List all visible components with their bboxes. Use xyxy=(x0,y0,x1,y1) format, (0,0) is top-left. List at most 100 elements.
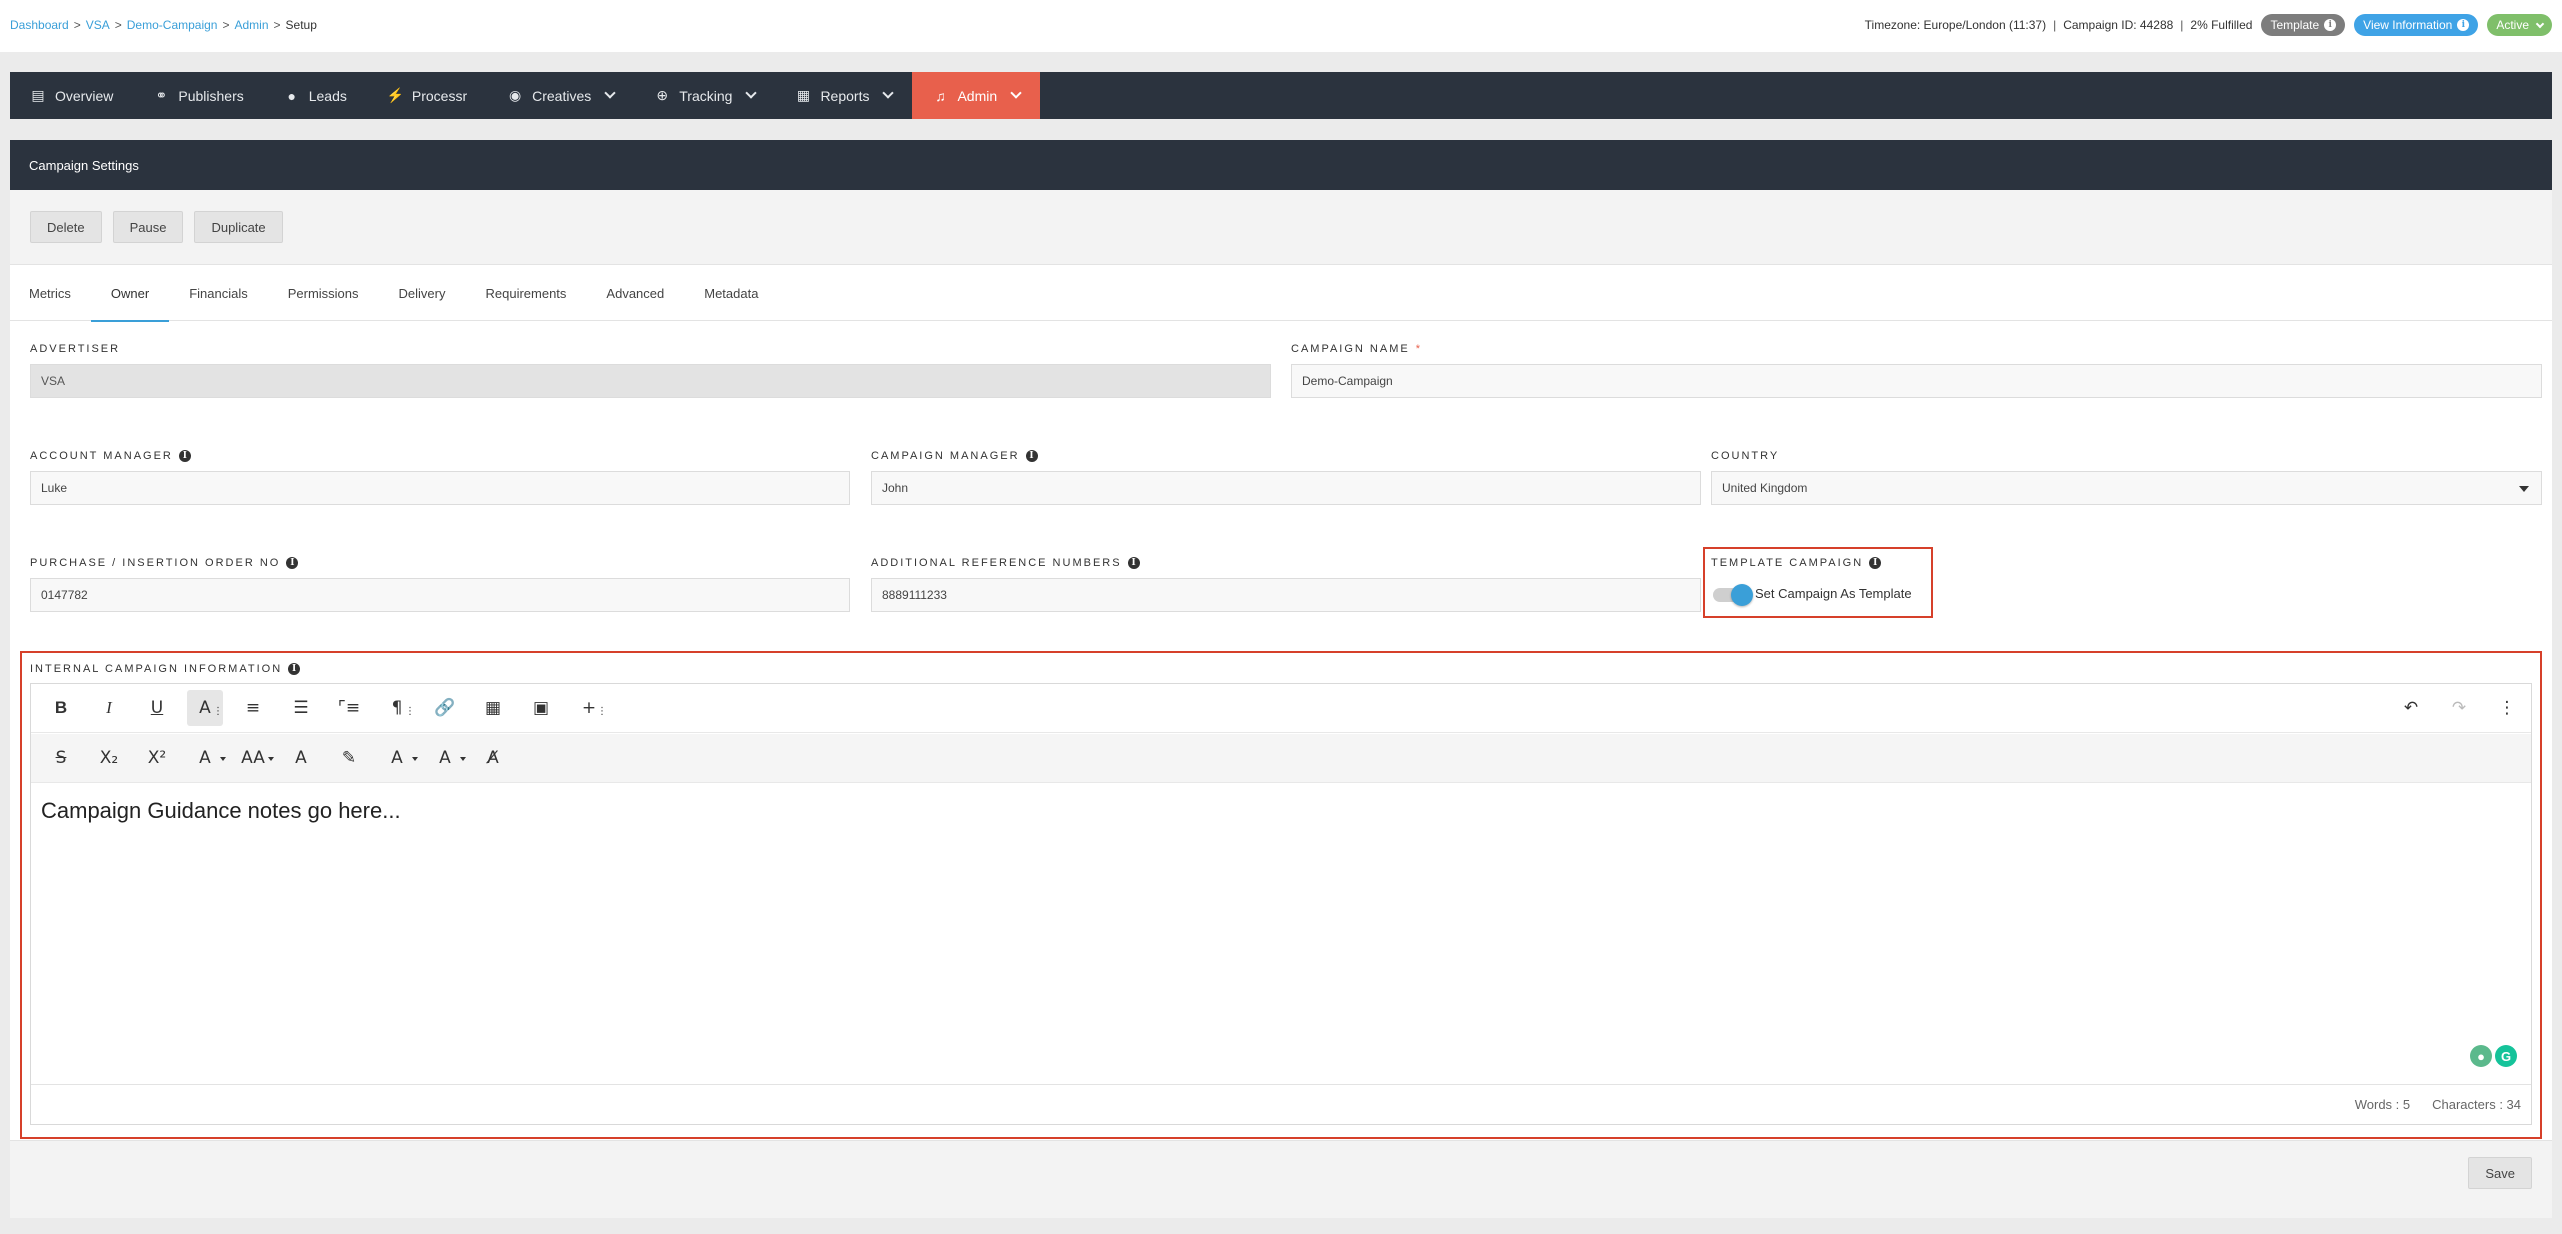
panel-title: Campaign Settings xyxy=(10,140,2552,190)
account-manager-field[interactable]: Luke xyxy=(30,471,850,505)
purchase-order-label: Purchase / Insertion Order No i xyxy=(30,557,299,569)
tab-permissions[interactable]: Permissions xyxy=(268,265,379,321)
background-color-icon[interactable]: A xyxy=(379,740,418,776)
template-pill-label: Template xyxy=(2270,18,2320,32)
nav-label: Overview xyxy=(55,87,114,104)
paragraph-icon[interactable]: ¶ ⋮ xyxy=(379,690,415,726)
align-center-icon[interactable]: ☰ xyxy=(283,690,319,726)
country-select[interactable]: United Kingdom xyxy=(1711,471,2542,505)
nav-overview[interactable]: ▤ Overview xyxy=(10,72,133,119)
ordered-list-icon[interactable]: ⌜≡ xyxy=(331,690,367,726)
template-pill[interactable]: Template i xyxy=(2261,14,2346,36)
redo-icon[interactable]: ↷ xyxy=(2441,690,2477,726)
highlight-icon[interactable]: ✎ xyxy=(331,740,367,776)
advertiser-label-text: Advertiser xyxy=(30,343,121,355)
grammarly-icon[interactable]: G xyxy=(2495,1045,2517,1067)
info-icon[interactable]: i xyxy=(178,450,191,462)
guitar-icon: ♫ xyxy=(935,87,946,104)
campaign-manager-label: Campaign Manager i xyxy=(871,450,1038,462)
duplicate-button[interactable]: Duplicate xyxy=(194,211,283,243)
info-icon[interactable]: i xyxy=(288,663,301,675)
main-nav: ▤ Overview ⚭ Publishers ● Leads ⚡ Processr ◉… xyxy=(10,72,2552,119)
info-icon: i xyxy=(2457,19,2470,31)
strikethrough-icon[interactable]: S xyxy=(43,740,79,776)
user-icon: ● xyxy=(287,87,296,104)
fulfilled-text: 2% Fulfilled xyxy=(2190,18,2253,32)
tab-metadata[interactable]: Metadata xyxy=(684,265,778,321)
country-label-text: Country xyxy=(1711,450,1780,462)
image-icon[interactable]: ▣ xyxy=(523,690,559,726)
info-icon: i xyxy=(2324,19,2337,31)
bold-icon[interactable]: B xyxy=(43,690,79,726)
italic-icon[interactable]: I xyxy=(91,690,127,726)
nav-label: Reports xyxy=(820,87,870,104)
nav-tracking[interactable]: ⊕ Tracking xyxy=(634,72,775,119)
tab-requirements[interactable]: Requirements xyxy=(465,265,586,321)
clear-formatting-icon[interactable]: A̸ xyxy=(475,740,511,776)
internal-info-label: Internal Campaign Information i xyxy=(30,663,301,675)
campaign-name-field[interactable]: Demo-Campaign xyxy=(1291,364,2542,398)
country-label: Country xyxy=(1711,450,1779,462)
account-manager-label: Account Manager i xyxy=(30,450,191,462)
nav-publishers[interactable]: ⚭ Publishers xyxy=(133,72,263,119)
info-icon[interactable]: i xyxy=(1025,450,1038,462)
grammarly-widget: ● G xyxy=(2470,1045,2517,1067)
lightbulb-icon[interactable]: ● xyxy=(2470,1045,2492,1067)
breadcrumb-dashboard[interactable]: Dashboard xyxy=(10,18,69,32)
chevron-down-icon xyxy=(882,87,895,99)
nav-label: Leads xyxy=(308,87,347,104)
link-icon[interactable]: 🔗 xyxy=(427,690,463,726)
nav-admin[interactable]: ♫ Admin xyxy=(912,72,1041,119)
chevron-down-icon xyxy=(2535,19,2545,28)
text-style-icon[interactable]: A xyxy=(427,740,466,776)
nav-label: Tracking xyxy=(679,87,733,104)
subscript-icon[interactable]: X₂ xyxy=(91,740,127,776)
undo-icon[interactable]: ↶ xyxy=(2393,690,2429,726)
align-left-icon[interactable]: ≡ xyxy=(235,690,271,726)
text-color-icon[interactable]: A xyxy=(283,740,319,776)
footer-bar: Save xyxy=(10,1140,2552,1218)
superscript-icon[interactable]: X² xyxy=(139,740,175,776)
insert-more-icon[interactable]: + ⋮ xyxy=(571,690,607,726)
more-options-icon[interactable]: ⋮ xyxy=(2489,690,2525,726)
table-icon[interactable]: ▦ xyxy=(475,690,511,726)
tab-metrics[interactable]: Metrics xyxy=(10,265,91,321)
nav-leads[interactable]: ● Leads xyxy=(264,72,367,119)
purchase-order-field[interactable]: 0147782 xyxy=(30,578,850,612)
view-information-pill[interactable]: View Information i xyxy=(2354,14,2479,36)
publishers-icon: ⚭ xyxy=(155,87,168,103)
font-size-icon[interactable]: A ⋮ xyxy=(187,690,223,726)
tab-owner[interactable]: Owner xyxy=(90,265,170,322)
campaign-manager-field[interactable]: John xyxy=(871,471,1701,505)
nav-reports[interactable]: ▦ Reports xyxy=(775,72,912,119)
editor-content[interactable]: Campaign Guidance notes go here... xyxy=(31,784,2531,1084)
font-family-icon[interactable]: A xyxy=(187,740,226,776)
pause-button[interactable]: Pause xyxy=(112,211,184,243)
status-pill[interactable]: Active xyxy=(2487,14,2552,36)
template-toggle-label[interactable]: Set Campaign As Template xyxy=(1755,586,1912,601)
campaign-name-label-text: Campaign Name xyxy=(1291,343,1410,355)
account-manager-label-text: Account Manager xyxy=(30,450,173,462)
advertiser-field: VSA xyxy=(30,364,1271,398)
tab-financials[interactable]: Financials xyxy=(169,265,268,321)
nav-processr[interactable]: ⚡ Processr xyxy=(367,72,487,119)
info-icon[interactable]: i xyxy=(286,557,299,569)
breadcrumb-advertiser[interactable]: VSA xyxy=(86,18,110,32)
tab-advanced[interactable]: Advanced xyxy=(586,265,684,321)
info-icon[interactable]: i xyxy=(1869,557,1882,569)
delete-button[interactable]: Delete xyxy=(30,211,102,243)
nav-creatives[interactable]: ◉ Creatives xyxy=(487,72,634,119)
additional-refs-field[interactable]: 8889111233 xyxy=(871,578,1701,612)
breadcrumb-admin[interactable]: Admin xyxy=(234,18,268,32)
info-icon[interactable]: i xyxy=(1127,557,1140,569)
underline-icon[interactable]: U xyxy=(139,690,175,726)
save-button[interactable]: Save xyxy=(2468,1157,2532,1189)
timezone-text: Timezone: Europe/London (11:37) xyxy=(1864,18,2047,32)
internal-info-label-text: Internal Campaign Information xyxy=(30,663,283,675)
tab-delivery[interactable]: Delivery xyxy=(379,265,466,321)
template-toggle[interactable] xyxy=(1713,584,1753,606)
breadcrumb-campaign[interactable]: Demo-Campaign xyxy=(127,18,218,32)
font-size-select-icon[interactable]: AA xyxy=(235,740,274,776)
nav-label: Publishers xyxy=(178,87,244,104)
chevron-down-icon xyxy=(745,87,758,99)
